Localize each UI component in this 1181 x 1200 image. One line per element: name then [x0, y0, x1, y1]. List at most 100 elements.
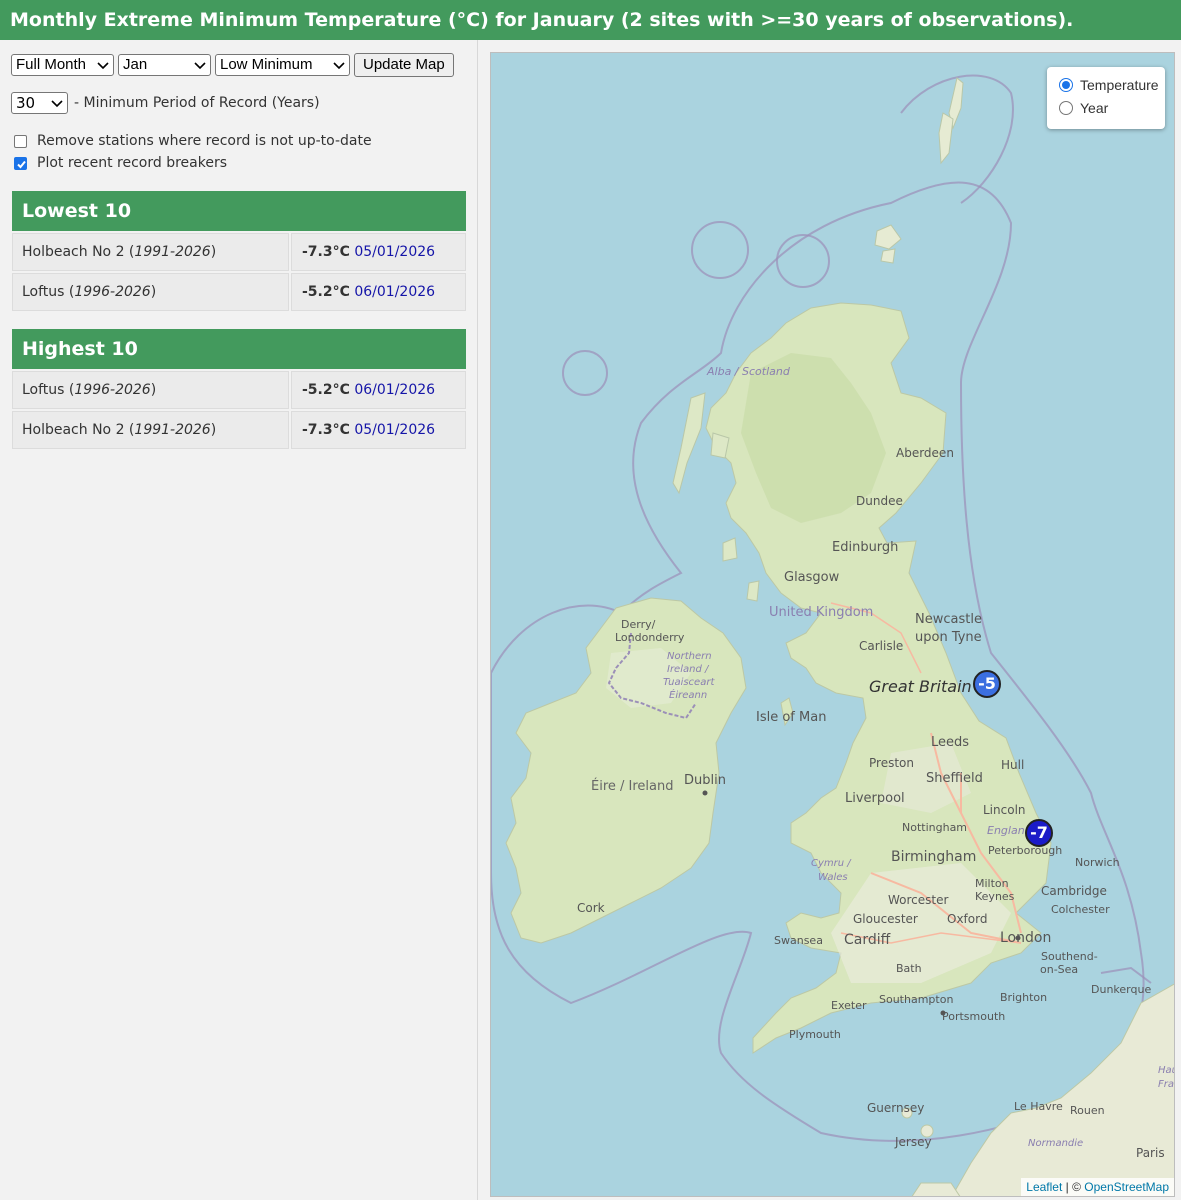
highest-heading: Highest 10 [12, 329, 466, 369]
station-name-cell: Loftus (1996-2026) [12, 371, 289, 409]
map-label: Southend- [1041, 950, 1098, 963]
record-temp: -5.2°C [302, 382, 350, 398]
map-label: Isle of Man [756, 710, 826, 725]
highest-panel: Highest 10 Loftus (1996-2026) -5.2°C 06/… [12, 329, 466, 449]
map-label: Éire / Ireland [591, 778, 674, 794]
page-title: Monthly Extreme Minimum Temperature (°C)… [0, 0, 1181, 40]
map-label: Wales [818, 872, 848, 883]
map-attribution: Leaflet | © OpenStreetMap [1021, 1178, 1174, 1196]
plot-breakers-option[interactable]: Plot recent record breakers [14, 155, 227, 171]
station-marker-loftus[interactable]: -5 [973, 670, 1001, 698]
map-label: Edinburgh [832, 540, 898, 555]
map-label: Cork [577, 901, 605, 915]
min-years-select[interactable]: 30 [11, 92, 68, 114]
map-label: Le Havre [1014, 1100, 1063, 1113]
station-name: Holbeach No 2 [22, 244, 125, 260]
lowest-panel: Lowest 10 Holbeach No 2 (1991-2026) -7.3… [12, 191, 466, 311]
record-temp: -7.3°C [302, 244, 350, 260]
map-label: Swansea [774, 934, 823, 947]
record-cell: -7.3°C 05/01/2026 [291, 233, 466, 271]
controls-panel: Full Month Jan Low Minimum Update Map 30… [0, 40, 478, 1200]
plot-breakers-checkbox[interactable] [14, 156, 27, 170]
map-layer-control: Temperature Year [1047, 67, 1165, 129]
year-option[interactable]: Year [1059, 100, 1108, 116]
map-label: Guernsey [867, 1101, 924, 1115]
chevron-down-icon [51, 100, 63, 108]
chevron-down-icon [194, 62, 206, 70]
table-row: Holbeach No 2 (1991-2026) -7.3°C 05/01/2… [12, 411, 466, 449]
map-tiles[interactable]: Alba / Scotland Aberdeen Dundee Edinburg… [491, 53, 1175, 1197]
map-label: Southampton [879, 993, 953, 1006]
map-label: Derry/ [621, 618, 656, 631]
month-select[interactable]: Jan [118, 54, 211, 76]
record-date: 06/01/2026 [354, 284, 436, 300]
map-label: Hau [1158, 1065, 1175, 1076]
map-label: Tuaisceart [663, 677, 715, 688]
checkmark-icon [17, 160, 26, 168]
map-label: Brighton [1000, 991, 1047, 1004]
table-row: Holbeach No 2 (1991-2026) -7.3°C 05/01/2… [12, 233, 466, 271]
period-select-value: Full Month [16, 56, 87, 73]
territory-ring [776, 234, 830, 288]
map-label: Jersey [894, 1135, 932, 1149]
measure-select-value: Low Minimum [220, 56, 313, 73]
min-years-label: - Minimum Period of Record (Years) [74, 95, 320, 111]
station-name-cell: Loftus (1996-2026) [12, 273, 289, 311]
year-radio[interactable] [1059, 101, 1073, 115]
temperature-option[interactable]: Temperature [1059, 77, 1159, 93]
station-years: 1991-2026 [134, 422, 211, 438]
map-label: London [1000, 930, 1051, 946]
map-label: Ireland / [667, 664, 710, 675]
map-label: Great Britain [869, 677, 972, 696]
month-select-value: Jan [123, 56, 148, 73]
measure-select[interactable]: Low Minimum [215, 54, 350, 76]
record-temp: -5.2°C [302, 284, 350, 300]
map-label: Preston [869, 756, 914, 770]
period-select[interactable]: Full Month [11, 54, 114, 76]
map-label: Birmingham [891, 849, 976, 865]
map-label: Dunkerque [1091, 983, 1151, 996]
map-label: Peterborough [988, 844, 1062, 857]
map-label: Alba / Scotland [706, 365, 791, 378]
station-years: 1996-2026 [74, 382, 151, 398]
map-label: on-Sea [1040, 963, 1078, 976]
record-temp: -7.3°C [302, 422, 350, 438]
table-row: Loftus (1996-2026) -5.2°C 06/01/2026 [12, 273, 466, 311]
map-label: Liverpool [845, 791, 905, 806]
map-label: Keynes [975, 890, 1015, 903]
chevron-down-icon [333, 62, 345, 70]
station-name-cell: Holbeach No 2 (1991-2026) [12, 233, 289, 271]
map-label: Leeds [931, 735, 969, 750]
temperature-radio[interactable] [1059, 78, 1073, 92]
map-label: Newcastle [915, 612, 982, 627]
record-cell: -7.3°C 05/01/2026 [291, 411, 466, 449]
lowest-heading: Lowest 10 [12, 191, 466, 231]
min-period-row: 30 - Minimum Period of Record (Years) [11, 92, 320, 114]
station-name-cell: Holbeach No 2 (1991-2026) [12, 411, 289, 449]
map-label: Plymouth [789, 1028, 841, 1041]
osm-link[interactable]: OpenStreetMap [1084, 1180, 1169, 1194]
station-years: 1991-2026 [134, 244, 211, 260]
filter-controls: Full Month Jan Low Minimum Update Map [11, 53, 454, 77]
city-dot [702, 790, 708, 796]
map-label: Northern [667, 651, 712, 662]
attribution-separator: | © [1062, 1180, 1085, 1194]
table-row: Loftus (1996-2026) -5.2°C 06/01/2026 [12, 371, 466, 409]
station-marker-holbeach[interactable]: -7 [1025, 819, 1053, 847]
map-label: Londonderry [615, 631, 685, 644]
map-label: Lincoln [983, 803, 1026, 817]
map[interactable]: Alba / Scotland Aberdeen Dundee Edinburg… [490, 52, 1175, 1197]
map-label: Fra [1158, 1079, 1174, 1090]
update-map-button[interactable]: Update Map [354, 53, 454, 77]
map-label: Cardiff [844, 932, 891, 948]
map-label: Rouen [1070, 1104, 1105, 1117]
station-name: Loftus [22, 284, 65, 300]
station-years: 1996-2026 [74, 284, 151, 300]
map-label: Dublin [684, 773, 726, 788]
map-label: Gloucester [853, 912, 918, 926]
leaflet-link[interactable]: Leaflet [1026, 1180, 1062, 1194]
remove-outdated-option[interactable]: Remove stations where record is not up-t… [14, 133, 372, 149]
territory-ring [691, 221, 749, 279]
station-name: Holbeach No 2 [22, 422, 125, 438]
remove-outdated-checkbox[interactable] [14, 134, 27, 148]
